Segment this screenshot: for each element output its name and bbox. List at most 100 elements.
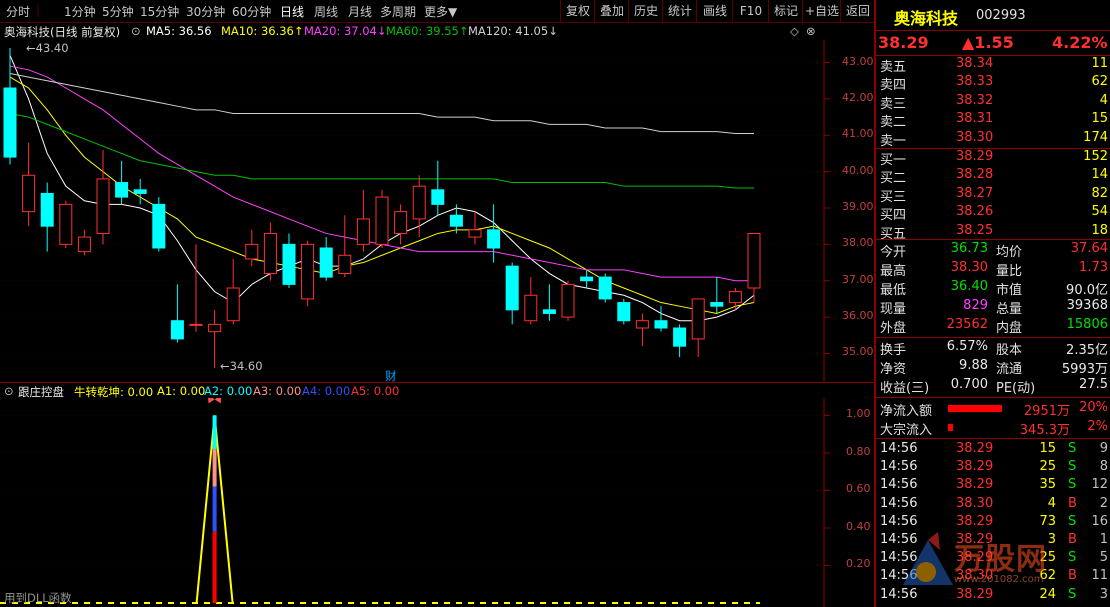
last-price: 38.29 [878, 33, 929, 52]
candle [152, 197, 166, 252]
history-button[interactable]: 历史 [628, 0, 663, 22]
fundamental-label: 换手 [880, 343, 907, 358]
fundamental-label: 收益(三) [880, 381, 930, 396]
tick-volume: 15 [1039, 441, 1056, 456]
candle [133, 178, 147, 205]
candle [263, 222, 277, 281]
stock-name: 奥海科技 [894, 9, 959, 28]
price-axis-tick: 35.00 [842, 345, 874, 359]
overlay-button[interactable]: 叠加 [594, 0, 629, 22]
period-tab-60min[interactable]: 60分钟 [232, 3, 271, 20]
bid-label: 买四 [880, 208, 907, 224]
ask-row: 卖二 38.31 15 [878, 111, 1110, 131]
ask-price: 38.30 [956, 129, 994, 145]
ask-price: 38.31 [956, 111, 994, 127]
dll-note: 用到DLL函数 [4, 591, 72, 605]
fuquan-button[interactable]: 复权 [560, 0, 595, 22]
tick-side: B [1068, 495, 1077, 511]
candle [319, 237, 333, 281]
price-change: ▲1.55 [962, 33, 1014, 52]
close-icon[interactable]: ⊗ [806, 24, 816, 38]
candle [598, 273, 612, 303]
tick-time: 14:56 [880, 459, 918, 475]
candle [710, 277, 724, 314]
ask-label: 卖二 [880, 115, 907, 131]
bid-volume: 54 [1091, 204, 1108, 220]
stat-label: 现量 [880, 302, 907, 317]
ask-volume: 11 [1091, 56, 1108, 71]
bid-price: 38.25 [956, 222, 994, 238]
fund-flow-pct: 2% [1087, 419, 1108, 434]
ask-label: 卖三 [880, 96, 907, 112]
bid-row: 买三 38.27 82 [878, 185, 1110, 205]
site-watermark: 万股网 www.201082.com [898, 530, 1108, 605]
ma5-label: MA5: 36.56 [146, 24, 212, 38]
tick-time: 14:56 [880, 513, 918, 529]
candle [338, 215, 352, 278]
candle [282, 233, 296, 288]
period-tab-monthly[interactable]: 月线 [348, 3, 372, 20]
ma10-label: MA10: 36.36↑ [221, 24, 304, 38]
ask-label: 卖五 [880, 60, 907, 75]
period-tab-fenshi[interactable]: 分时 [6, 3, 30, 20]
candle [59, 200, 73, 248]
diamond-icon[interactable]: ◇ [790, 24, 799, 38]
add-watchlist-button[interactable]: +自选 [802, 0, 841, 22]
ask-price: 38.33 [956, 74, 994, 90]
period-tab-15min[interactable]: 15分钟 [140, 3, 179, 20]
tick-price: 38.29 [956, 477, 994, 493]
bid-price: 38.27 [956, 185, 994, 201]
stat-label: 今开 [880, 245, 907, 260]
draw-line-button[interactable]: 画线 [696, 0, 733, 22]
candle [77, 229, 91, 256]
stat-value: 1.73 [1079, 260, 1108, 275]
candle [673, 324, 687, 358]
stat-label: 量比 [996, 264, 1023, 279]
period-tab-1min[interactable]: 1分钟 [64, 3, 96, 20]
indicator-axis-tick: 0.40 [846, 519, 871, 533]
indicator-settings-icon[interactable]: ⊙ [4, 384, 14, 398]
trade-tick-row: 14:56 38.29 25 S 8 [878, 459, 1110, 477]
fund-flow-bar [948, 405, 1002, 412]
price-axis-tick: 38.00 [842, 236, 874, 250]
period-tab-more[interactable]: 更多▼ [424, 3, 457, 20]
period-tab-30min[interactable]: 30分钟 [186, 3, 225, 20]
bid-volume: 14 [1091, 167, 1108, 183]
stat-label: 市值 [996, 283, 1023, 298]
tick-time: 14:56 [880, 441, 918, 456]
candle [654, 306, 668, 332]
stat-row: 今开 36.73 均价 37.64 [878, 241, 1110, 260]
mark-button[interactable]: 标记 [768, 0, 803, 22]
bid-row: 买五 38.25 18 [878, 222, 1110, 242]
tick-count: 12 [1091, 477, 1108, 493]
ask-volume: 62 [1091, 74, 1108, 90]
bid-volume: 18 [1091, 222, 1108, 238]
quote-panel: 奥海科技 002993 38.29 ▲1.55 4.22% 卖五 38.34 11 卖… [874, 0, 1110, 607]
statistics-button[interactable]: 统计 [662, 0, 697, 22]
period-tab-multi[interactable]: 多周期 [380, 3, 416, 20]
stat-row: 外盘 23562 内盘 15806 [878, 317, 1110, 336]
candlestick-chart[interactable] [0, 40, 874, 382]
period-tab-weekly[interactable]: 周线 [314, 3, 338, 20]
tick-price: 38.29 [956, 513, 994, 529]
period-tab-daily[interactable]: 日线 [280, 3, 304, 20]
ma-settings-icon[interactable]: ⊙ [131, 24, 141, 38]
tick-volume: 25 [1039, 459, 1056, 475]
indicator-a3: A3: 0.00 [253, 384, 302, 398]
candle [561, 280, 575, 321]
candle [189, 244, 203, 332]
indicator-chart[interactable] [0, 398, 874, 607]
tick-price: 38.29 [956, 459, 994, 475]
fundamental-label: 股本 [996, 343, 1023, 358]
indicator-a1: A1: 0.00 [157, 384, 206, 398]
stat-value: 37.64 [1070, 241, 1108, 256]
period-tab-5min[interactable]: 5分钟 [102, 3, 134, 20]
f10-button[interactable]: F10 [732, 0, 769, 22]
high-price-mark: ←43.40 [26, 41, 69, 55]
tick-price: 38.30 [956, 495, 994, 511]
ask-row: 卖一 38.30 174 [878, 129, 1110, 149]
bid-label: 买一 [880, 153, 907, 168]
watermark-logo-icon [903, 532, 953, 585]
back-button[interactable]: 返回 [840, 0, 875, 22]
stat-label: 最高 [880, 264, 907, 279]
